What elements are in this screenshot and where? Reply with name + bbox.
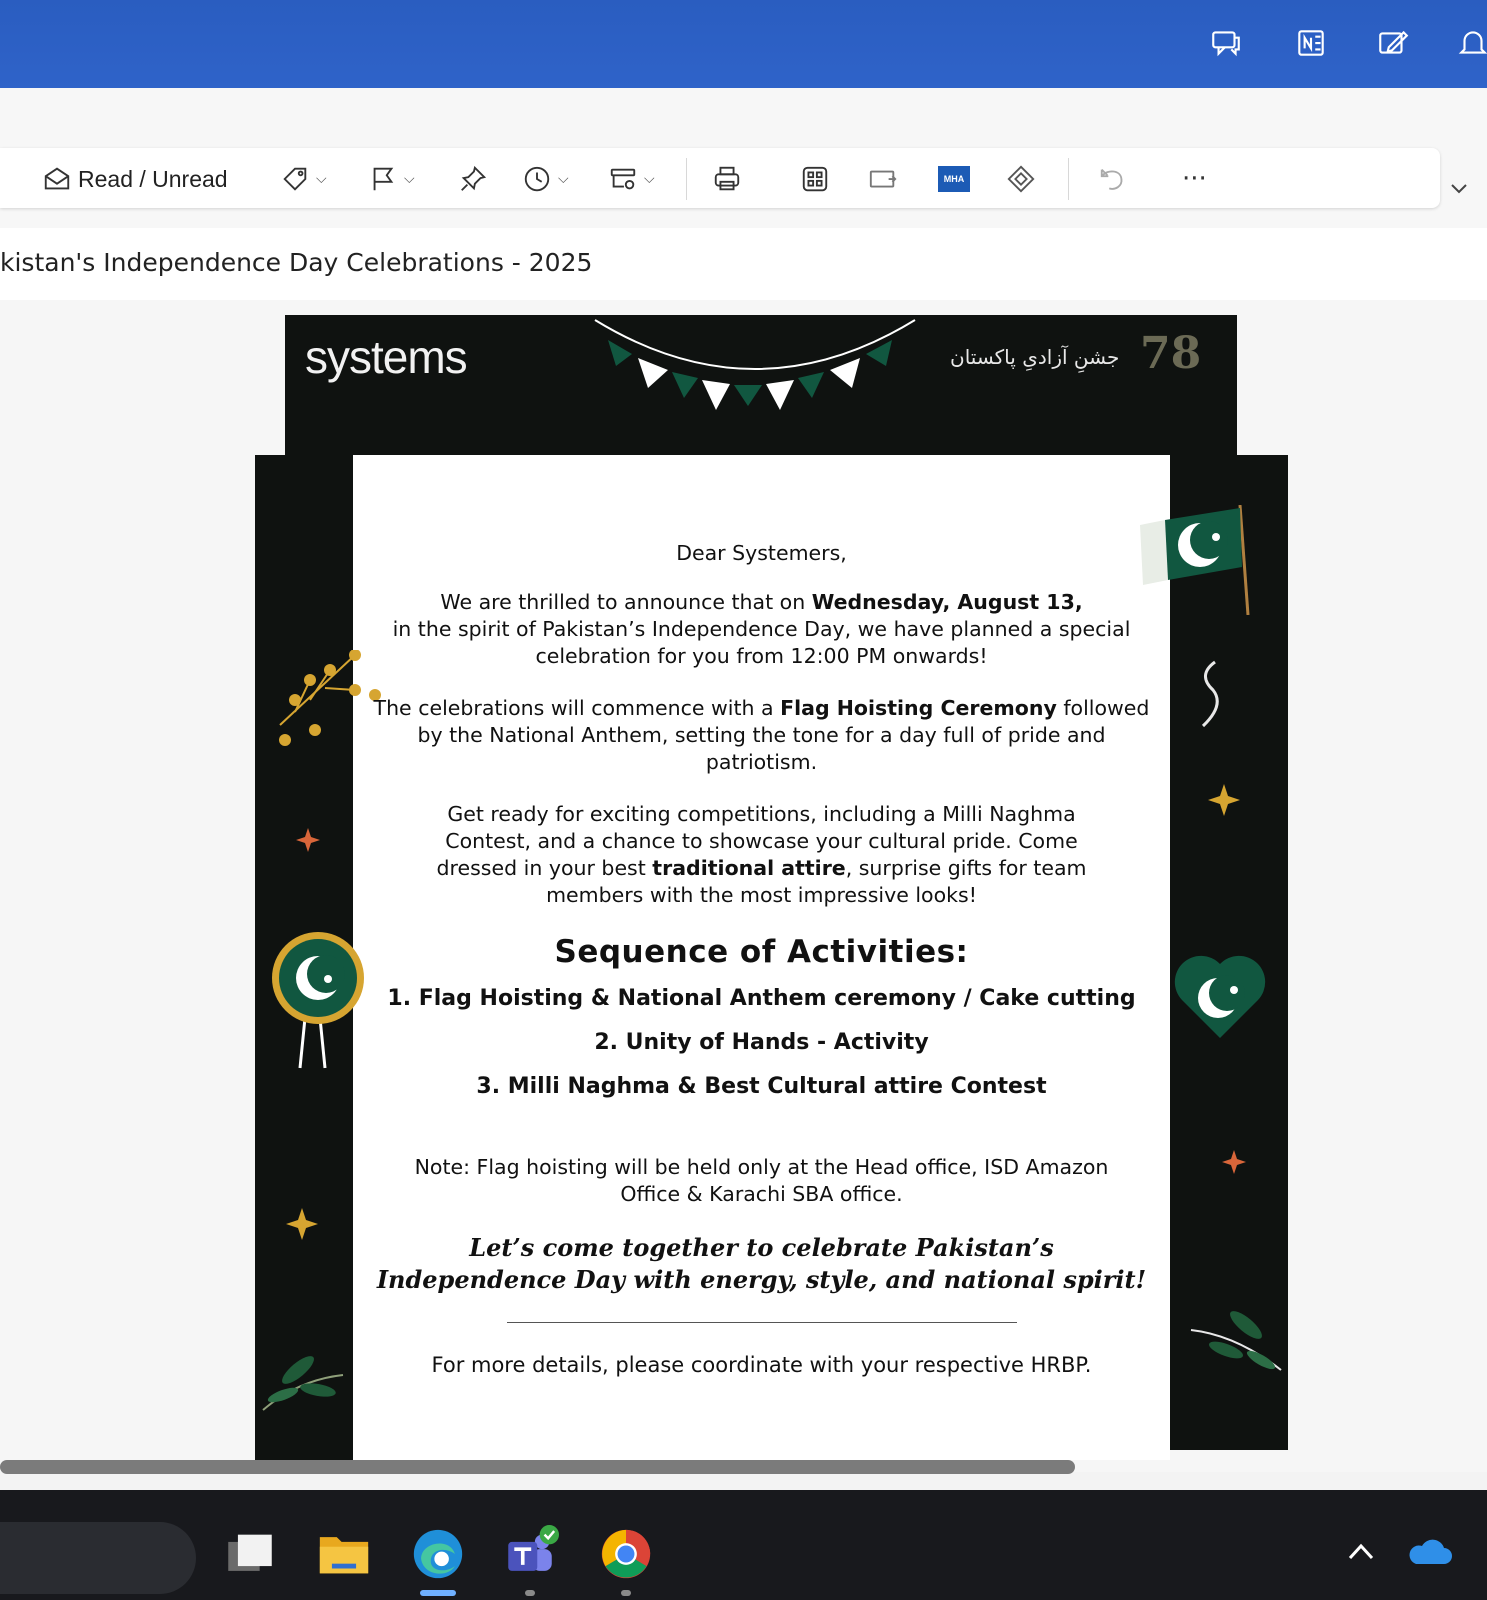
badge-78: 78 [1140,328,1202,379]
activity-item: 1. Flag Hoisting & National Anthem cerem… [387,986,1136,1011]
teams-icon[interactable] [498,1522,562,1586]
systems-logo: systems [305,331,468,383]
para3-attire: traditional attire [652,856,846,880]
window-icon [869,170,897,188]
snooze-button[interactable]: ⌵ [522,162,569,196]
urdu-title: جشنِ آزادیِ پاکستان [950,345,1120,369]
email-subject: kistan's Independence Day Celebrations -… [0,248,593,277]
heart-flag-icon [1174,955,1266,1038]
horizontal-scrollbar[interactable] [0,1460,1075,1474]
paragraph-2: The celebrations will commence with a Fl… [353,695,1170,776]
para2-ceremony: Flag Hoisting Ceremony [780,696,1057,720]
diamond-puzzle-icon [1007,165,1035,193]
chrome-icon[interactable] [594,1522,658,1586]
task-view-icon[interactable] [218,1522,282,1586]
ribbon-separator [1068,158,1069,200]
greeting: Dear Systemers, [676,541,847,565]
activity-item: 3. Milli Naghma & Best Cultural attire C… [476,1074,1047,1099]
rules-icon [610,168,636,190]
hrbp-details: For more details, please coordinate with… [431,1353,1092,1377]
bunting-decoration-icon [594,319,916,410]
more-options-button[interactable]: ··· [1182,162,1207,196]
flag-icon [373,167,394,191]
flag-button[interactable]: ⌵ [368,162,415,196]
paragraph-1: We are thrilled to announce that on Wedn… [353,589,1170,670]
rules-button[interactable]: ⌵ [608,162,655,196]
undo-button[interactable] [1098,162,1128,196]
undo-icon [1100,168,1123,190]
edit-note-icon[interactable] [1372,22,1414,64]
para2-text: The celebrations will commence with a [373,696,781,720]
ribbon-area: Read / Unread ⌵ ⌵ ⌵ ⌵ MHA ··· [0,88,1487,228]
printer-icon [714,166,740,191]
chevron-down-icon: ⌵ [558,171,569,187]
sparkle-icon [286,1208,318,1240]
apps-grid-icon [802,166,828,192]
tag-button[interactable]: ⌵ [280,162,327,196]
green-leaves-icon [262,1356,344,1411]
chevron-down-icon: ⌵ [316,171,327,187]
sparkle-icon [1208,784,1240,816]
pin-button[interactable] [458,162,488,196]
envelope-open-icon [44,167,70,190]
immersive-reader-button[interactable] [868,162,898,196]
sequence-title: Sequence of Activities: [554,934,969,970]
pin-icon [461,165,487,191]
sparkle-icon [1222,1150,1246,1174]
edge-active-indicator [420,1590,456,1596]
taskbar-search[interactable] [0,1522,196,1594]
divider [506,1322,1017,1323]
paragraph-3: Get ready for exciting competitions, inc… [353,801,1170,909]
apps-button[interactable] [800,162,830,196]
ribbon-collapse-chevron-icon[interactable] [1446,176,1472,202]
squiggle-icon [1201,660,1219,728]
teams-indicator [525,1590,535,1596]
title-bar [0,0,1487,88]
print-button[interactable] [712,162,742,196]
file-explorer-icon[interactable] [312,1522,376,1586]
screen: Read / Unread ⌵ ⌵ ⌵ ⌵ MHA ··· kistan's I… [0,0,1487,1600]
clock-icon [524,166,550,192]
chrome-indicator [621,1590,631,1596]
chevron-up-icon[interactable] [1346,1540,1376,1564]
addin-button[interactable] [1006,162,1036,196]
closing-message: Let’s come together to celebrate Pakista… [376,1233,1147,1294]
sparkle-icon [296,828,320,852]
ribbon-toolbar: Read / Unread ⌵ ⌵ ⌵ ⌵ MHA ··· [0,148,1440,208]
para1-text-2: in the spirit of Pakistan’s Independence… [392,617,1131,668]
read-unread-button[interactable]: Read / Unread [42,162,228,196]
ribbon-separator [686,158,687,200]
announcement-letter: Dear Systemers, We are thrilled to annou… [353,540,1170,1377]
mha-button[interactable]: MHA [938,162,970,196]
chevron-down-icon: ⌵ [644,171,655,187]
email-subject-bar: kistan's Independence Day Celebrations -… [0,228,1487,300]
onenote-icon[interactable] [1290,22,1332,64]
green-leaves-icon [1190,1311,1282,1371]
note-text: Note: Flag hoisting will be held only at… [414,1155,1109,1206]
notification-icon[interactable] [1452,22,1487,64]
para1-text: We are thrilled to announce that on [440,590,812,614]
mha-icon: MHA [938,166,970,192]
para1-date: Wednesday, August 13, [811,590,1083,614]
read-unread-label: Read / Unread [78,165,228,192]
edge-icon[interactable] [406,1522,470,1586]
chat-icon[interactable] [1205,22,1247,64]
tag-icon [283,167,307,191]
activity-item: 2. Unity of Hands - Activity [594,1030,929,1055]
chevron-down-icon: ⌵ [404,171,415,187]
onedrive-cloud-icon[interactable] [1408,1536,1452,1566]
